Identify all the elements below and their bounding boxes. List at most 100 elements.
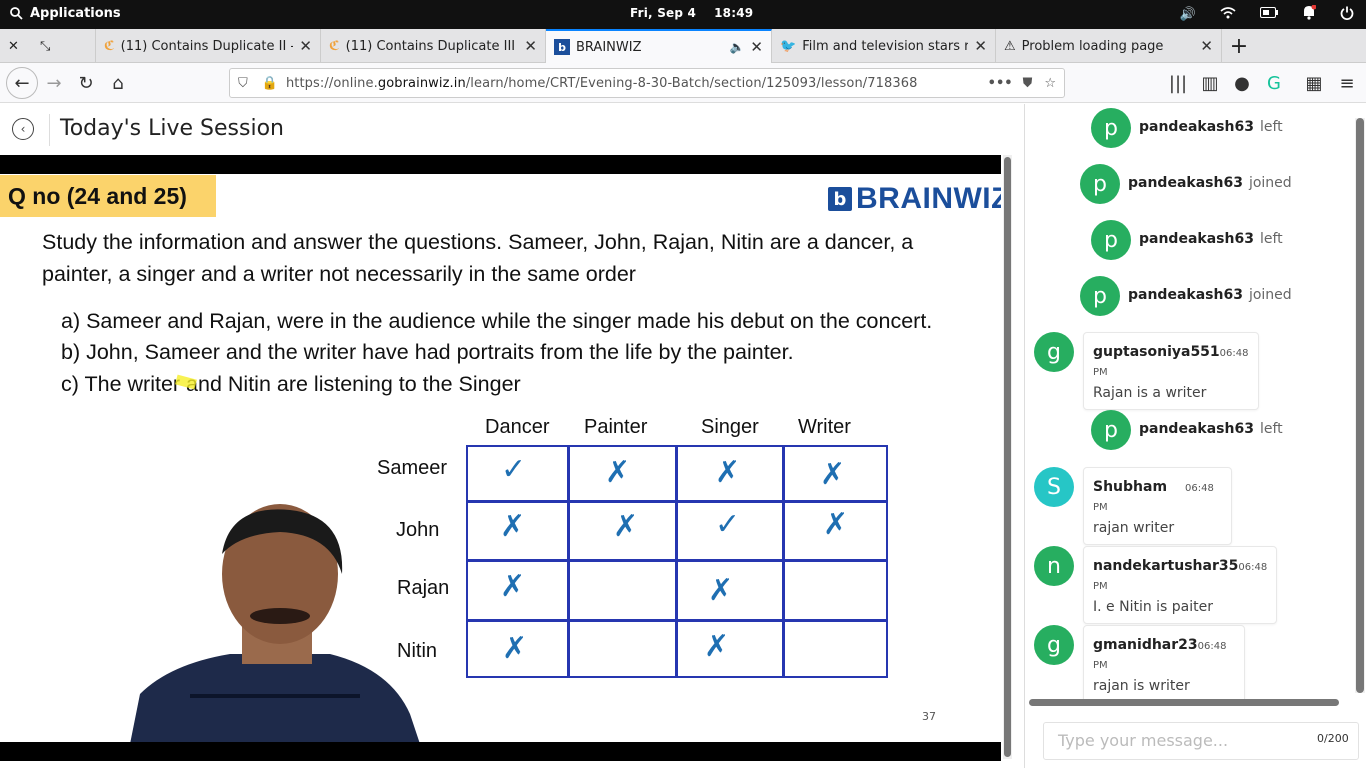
- video-scrollbar[interactable]: [1003, 155, 1012, 759]
- home-icon[interactable]: ⌂: [104, 69, 132, 97]
- chat-bubble: nandekartushar3506:48 PM I. e Nitin is p…: [1083, 546, 1277, 624]
- avatar: g: [1034, 625, 1074, 665]
- scrollbar-thumb[interactable]: [1356, 118, 1364, 693]
- intro-line-2: painter, a singer and a writer not neces…: [42, 262, 636, 286]
- tab-film-television[interactable]: 🐦 Film and television stars resu ✕: [772, 29, 996, 63]
- lock-icon[interactable]: 🔒: [262, 76, 278, 91]
- close-tab-icon[interactable]: ✕: [750, 38, 763, 56]
- library-icon[interactable]: |||: [1164, 69, 1192, 97]
- chat-message-input[interactable]: Type your message...: [1043, 722, 1359, 760]
- page-actions-icon[interactable]: •••: [988, 76, 1013, 91]
- back-button[interactable]: ‹: [12, 118, 34, 140]
- reload-icon[interactable]: ↻: [72, 69, 100, 97]
- browser-tab-bar: ✕ ⤡ ℭ (11) Contains Duplicate II - Le ✕ …: [0, 29, 1366, 63]
- date-text: Fri, Sep 4: [630, 6, 697, 20]
- tab-brainwiz[interactable]: b BRAINWIZ 🔈 ✕: [546, 29, 772, 63]
- search-icon: [10, 7, 23, 20]
- warning-icon: ⚠: [1004, 38, 1016, 54]
- clue-c: c) The writer and Nitin are listening to…: [61, 372, 521, 396]
- chat-system-text: pandeakash63 joined: [1128, 287, 1292, 303]
- intro-line-1: Study the information and answer the que…: [42, 230, 914, 254]
- page-title: Today's Live Session: [60, 116, 284, 141]
- brainwiz-favicon-icon: b: [554, 39, 570, 55]
- clock[interactable]: Fri, Sep 4 18:49: [630, 6, 753, 20]
- chat-text: Rajan is a writer: [1093, 385, 1207, 401]
- row-header-sameer: Sameer: [377, 457, 448, 479]
- tab-contains-duplicate-ii[interactable]: ℭ (11) Contains Duplicate II - Le ✕: [96, 29, 321, 63]
- applications-label: Applications: [30, 6, 121, 21]
- grid-line: [468, 500, 886, 503]
- grid-mark-john-singer: ✓: [715, 507, 741, 542]
- avatar: p: [1091, 410, 1131, 450]
- chat-horizontal-scrollbar[interactable]: [1029, 699, 1339, 706]
- volume-icon[interactable]: 🔊: [1180, 7, 1196, 22]
- wifi-icon[interactable]: [1220, 6, 1236, 23]
- close-tab-icon[interactable]: ✕: [974, 37, 987, 55]
- scrollbar-thumb[interactable]: [1004, 157, 1011, 757]
- avatar: g: [1034, 332, 1074, 372]
- sidebar-icon[interactable]: ▥: [1196, 69, 1224, 97]
- grid-mark-sameer-painter: ✗: [605, 455, 631, 490]
- leetcode-icon: ℭ: [104, 38, 115, 54]
- clue-b: b) John, Sameer and the writer have had …: [61, 340, 794, 364]
- presenter-video-feed: [130, 504, 420, 742]
- forward-arrow-icon[interactable]: →: [40, 69, 68, 97]
- time-text: 18:49: [714, 6, 754, 20]
- close-tab-icon[interactable]: ✕: [299, 37, 312, 55]
- chevron-left-icon: ‹: [20, 122, 26, 136]
- chat-text: rajan writer: [1093, 520, 1175, 536]
- tab-problem-loading[interactable]: ⚠ Problem loading page ✕: [996, 29, 1222, 63]
- grid-mark-rajan-dancer: ✗: [500, 569, 526, 604]
- header-divider: [49, 114, 50, 146]
- new-tab-icon[interactable]: +: [1222, 29, 1256, 63]
- grammarly-icon[interactable]: G: [1260, 69, 1288, 97]
- character-counter: 0/200: [1317, 732, 1349, 745]
- chat-text: rajan is writer: [1093, 678, 1190, 694]
- slide-page-number: 37: [922, 710, 936, 723]
- chat-bubble: guptasoniya55106:48 PM Rajan is a writer: [1083, 332, 1259, 410]
- restore-window-icon[interactable]: ⤡: [32, 29, 96, 63]
- menu-icon[interactable]: ≡: [1333, 69, 1361, 97]
- chat-bubble: gmanidhar2306:48 PM rajan is writer: [1083, 625, 1245, 703]
- chat-system-text: pandeakash63 left: [1139, 119, 1283, 135]
- grid-line: [468, 619, 886, 622]
- chat-system-text: pandeakash63 left: [1139, 231, 1283, 247]
- question-number: Q no (24 and 25): [0, 175, 216, 217]
- twitter-icon: 🐦: [780, 38, 797, 54]
- chat-username: nandekartushar35: [1093, 558, 1239, 574]
- column-header-dancer: Dancer: [485, 416, 550, 438]
- session-header: ‹ Today's Live Session: [0, 104, 1024, 156]
- back-arrow-icon[interactable]: ←: [6, 67, 38, 99]
- brainwiz-logo-icon: b: [828, 187, 852, 211]
- close-tab-icon[interactable]: ✕: [524, 37, 537, 55]
- avatar: S: [1034, 467, 1074, 507]
- battery-icon[interactable]: [1260, 7, 1278, 22]
- url-text[interactable]: https://online.gobrainwiz.in/learn/home/…: [286, 76, 918, 91]
- grid-mark-sameer-singer: ✗: [715, 455, 741, 490]
- chat-username: Shubham: [1093, 479, 1168, 495]
- chat-username: guptasoniya551: [1093, 344, 1220, 360]
- extensions-icon[interactable]: ▦: [1300, 69, 1328, 97]
- grid-mark-rajan-singer: ✗: [708, 573, 734, 608]
- applications-menu[interactable]: Applications: [10, 6, 121, 21]
- power-icon[interactable]: [1340, 6, 1354, 24]
- grid-mark-sameer-dancer: ✓: [501, 452, 527, 487]
- logic-grid: ✓ ✗ ✗ ✗ ✗ ✗ ✓ ✗ ✗ ✗ ✗ ✗: [466, 445, 888, 678]
- close-tab-icon[interactable]: ✕: [1200, 37, 1213, 55]
- chat-bubble: Shubham 06:48 PM rajan writer: [1083, 467, 1232, 545]
- tab-contains-duplicate-iii[interactable]: ℭ (11) Contains Duplicate III - Le ✕: [321, 29, 546, 63]
- grid-mark-john-writer: ✗: [823, 507, 849, 542]
- grid-mark-nitin-dancer: ✗: [502, 631, 528, 666]
- column-header-writer: Writer: [798, 416, 851, 438]
- close-window-icon[interactable]: ✕: [0, 29, 32, 63]
- speaker-icon[interactable]: 🔈: [729, 40, 744, 54]
- chat-scrollbar[interactable]: [1355, 118, 1365, 693]
- notification-bell-icon[interactable]: [1302, 4, 1317, 24]
- avatar: n: [1034, 546, 1074, 586]
- pocket-icon[interactable]: ⛊: [1023, 76, 1033, 91]
- leetcode-icon: ℭ: [329, 38, 340, 54]
- bookmark-star-icon[interactable]: ☆: [1044, 76, 1056, 91]
- account-icon[interactable]: ●: [1228, 69, 1256, 97]
- shield-icon[interactable]: ⛉: [238, 76, 248, 91]
- url-bar[interactable]: ⛉ 🔒 https://online.gobrainwiz.in/learn/h…: [229, 68, 1065, 98]
